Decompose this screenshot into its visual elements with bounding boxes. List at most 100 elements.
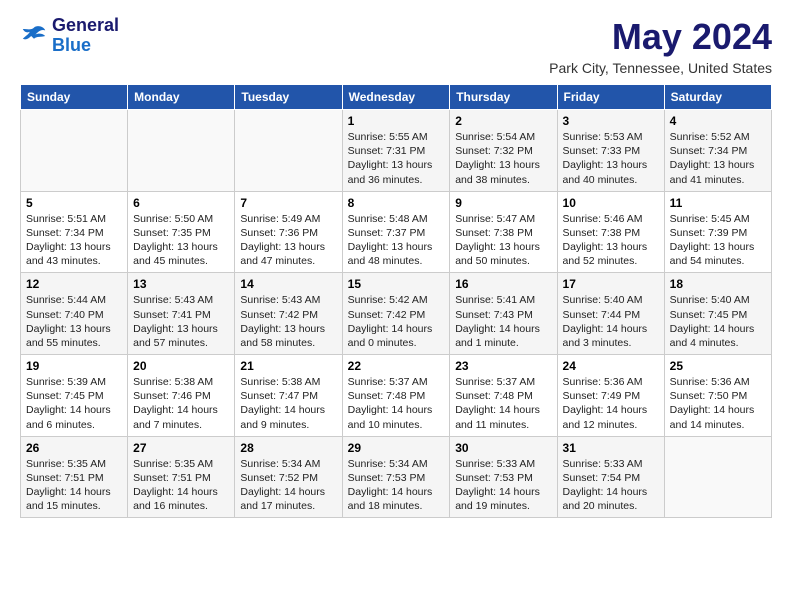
day-number: 3: [563, 114, 659, 128]
day-number: 8: [348, 196, 445, 210]
day-content: Sunrise: 5:45 AM Sunset: 7:39 PM Dayligh…: [670, 212, 766, 269]
table-row: 14 Sunrise: 5:43 AM Sunset: 7:42 PM Dayli…: [235, 273, 342, 355]
day-number: 5: [26, 196, 122, 210]
page-header: GeneralBlue May 2024 Park City, Tennesse…: [20, 16, 772, 76]
day-content: Sunrise: 5:38 AM Sunset: 7:47 PM Dayligh…: [240, 375, 336, 432]
header-tuesday: Tuesday: [235, 85, 342, 110]
day-number: 2: [455, 114, 551, 128]
day-number: 31: [563, 441, 659, 455]
day-number: 7: [240, 196, 336, 210]
header-friday: Friday: [557, 85, 664, 110]
day-content: Sunrise: 5:36 AM Sunset: 7:50 PM Dayligh…: [670, 375, 766, 432]
table-row: [664, 436, 771, 518]
calendar-table: Sunday Monday Tuesday Wednesday Thursday…: [20, 84, 772, 518]
day-content: Sunrise: 5:44 AM Sunset: 7:40 PM Dayligh…: [26, 293, 122, 350]
day-number: 9: [455, 196, 551, 210]
table-row: 18 Sunrise: 5:40 AM Sunset: 7:45 PM Dayli…: [664, 273, 771, 355]
day-content: Sunrise: 5:49 AM Sunset: 7:36 PM Dayligh…: [240, 212, 336, 269]
day-number: 17: [563, 277, 659, 291]
day-number: 29: [348, 441, 445, 455]
table-row: 8 Sunrise: 5:48 AM Sunset: 7:37 PM Daylig…: [342, 191, 450, 273]
day-number: 12: [26, 277, 122, 291]
day-content: Sunrise: 5:41 AM Sunset: 7:43 PM Dayligh…: [455, 293, 551, 350]
day-number: 14: [240, 277, 336, 291]
logo-bird-icon: [20, 22, 48, 50]
day-content: Sunrise: 5:33 AM Sunset: 7:54 PM Dayligh…: [563, 457, 659, 514]
location: Park City, Tennessee, United States: [549, 60, 772, 76]
day-content: Sunrise: 5:43 AM Sunset: 7:42 PM Dayligh…: [240, 293, 336, 350]
table-row: 1 Sunrise: 5:55 AM Sunset: 7:31 PM Daylig…: [342, 110, 450, 192]
table-row: 7 Sunrise: 5:49 AM Sunset: 7:36 PM Daylig…: [235, 191, 342, 273]
day-number: 30: [455, 441, 551, 455]
day-content: Sunrise: 5:37 AM Sunset: 7:48 PM Dayligh…: [455, 375, 551, 432]
calendar-week-row: 12 Sunrise: 5:44 AM Sunset: 7:40 PM Dayli…: [21, 273, 772, 355]
table-row: 13 Sunrise: 5:43 AM Sunset: 7:41 PM Dayli…: [128, 273, 235, 355]
table-row: 4Sunrise: 5:52 AM Sunset: 7:34 PM Daylig…: [664, 110, 771, 192]
day-content: Sunrise: 5:40 AM Sunset: 7:45 PM Dayligh…: [670, 293, 766, 350]
day-number: 20: [133, 359, 229, 373]
day-number: 11: [670, 196, 766, 210]
day-content: Sunrise: 5:55 AM Sunset: 7:31 PM Dayligh…: [348, 130, 445, 187]
day-content: Sunrise: 5:36 AM Sunset: 7:49 PM Dayligh…: [563, 375, 659, 432]
day-number: 27: [133, 441, 229, 455]
day-content: Sunrise: 5:38 AM Sunset: 7:46 PM Dayligh…: [133, 375, 229, 432]
day-content: Sunrise: 5:47 AM Sunset: 7:38 PM Dayligh…: [455, 212, 551, 269]
table-row: 11 Sunrise: 5:45 AM Sunset: 7:39 PM Dayli…: [664, 191, 771, 273]
table-row: 31 Sunrise: 5:33 AM Sunset: 7:54 PM Dayli…: [557, 436, 664, 518]
table-row: 16 Sunrise: 5:41 AM Sunset: 7:43 PM Dayli…: [450, 273, 557, 355]
table-row: 30Sunrise: 5:33 AM Sunset: 7:53 PM Dayli…: [450, 436, 557, 518]
calendar-week-row: 26 Sunrise: 5:35 AM Sunset: 7:51 PM Dayli…: [21, 436, 772, 518]
day-content: Sunrise: 5:35 AM Sunset: 7:51 PM Dayligh…: [133, 457, 229, 514]
day-number: 16: [455, 277, 551, 291]
day-number: 28: [240, 441, 336, 455]
table-row: 23Sunrise: 5:37 AM Sunset: 7:48 PM Dayli…: [450, 355, 557, 437]
table-row: 21 Sunrise: 5:38 AM Sunset: 7:47 PM Dayli…: [235, 355, 342, 437]
day-content: Sunrise: 5:51 AM Sunset: 7:34 PM Dayligh…: [26, 212, 122, 269]
table-row: 2 Sunrise: 5:54 AM Sunset: 7:32 PM Daylig…: [450, 110, 557, 192]
month-title: May 2024: [549, 16, 772, 58]
day-content: Sunrise: 5:46 AM Sunset: 7:38 PM Dayligh…: [563, 212, 659, 269]
header-wednesday: Wednesday: [342, 85, 450, 110]
day-content: Sunrise: 5:54 AM Sunset: 7:32 PM Dayligh…: [455, 130, 551, 187]
table-row: 12 Sunrise: 5:44 AM Sunset: 7:40 PM Dayli…: [21, 273, 128, 355]
header-sunday: Sunday: [21, 85, 128, 110]
table-row: 15Sunrise: 5:42 AM Sunset: 7:42 PM Dayli…: [342, 273, 450, 355]
day-number: 6: [133, 196, 229, 210]
day-content: Sunrise: 5:43 AM Sunset: 7:41 PM Dayligh…: [133, 293, 229, 350]
logo: GeneralBlue: [20, 16, 119, 56]
day-content: Sunrise: 5:34 AM Sunset: 7:53 PM Dayligh…: [348, 457, 445, 514]
day-content: Sunrise: 5:37 AM Sunset: 7:48 PM Dayligh…: [348, 375, 445, 432]
table-row: 10 Sunrise: 5:46 AM Sunset: 7:38 PM Dayli…: [557, 191, 664, 273]
table-row: 3 Sunrise: 5:53 AM Sunset: 7:33 PM Daylig…: [557, 110, 664, 192]
day-content: Sunrise: 5:53 AM Sunset: 7:33 PM Dayligh…: [563, 130, 659, 187]
title-block: May 2024 Park City, Tennessee, United St…: [549, 16, 772, 76]
calendar-header-row: Sunday Monday Tuesday Wednesday Thursday…: [21, 85, 772, 110]
day-number: 1: [348, 114, 445, 128]
calendar-week-row: 19Sunrise: 5:39 AM Sunset: 7:45 PM Dayli…: [21, 355, 772, 437]
day-number: 18: [670, 277, 766, 291]
table-row: 22Sunrise: 5:37 AM Sunset: 7:48 PM Dayli…: [342, 355, 450, 437]
header-monday: Monday: [128, 85, 235, 110]
table-row: 19Sunrise: 5:39 AM Sunset: 7:45 PM Dayli…: [21, 355, 128, 437]
day-number: 25: [670, 359, 766, 373]
day-content: Sunrise: 5:48 AM Sunset: 7:37 PM Dayligh…: [348, 212, 445, 269]
table-row: [235, 110, 342, 192]
day-content: Sunrise: 5:35 AM Sunset: 7:51 PM Dayligh…: [26, 457, 122, 514]
table-row: 29 Sunrise: 5:34 AM Sunset: 7:53 PM Dayli…: [342, 436, 450, 518]
table-row: 20 Sunrise: 5:38 AM Sunset: 7:46 PM Dayli…: [128, 355, 235, 437]
table-row: 24 Sunrise: 5:36 AM Sunset: 7:49 PM Dayli…: [557, 355, 664, 437]
day-number: 13: [133, 277, 229, 291]
table-row: 6Sunrise: 5:50 AM Sunset: 7:35 PM Daylig…: [128, 191, 235, 273]
day-number: 21: [240, 359, 336, 373]
day-content: Sunrise: 5:34 AM Sunset: 7:52 PM Dayligh…: [240, 457, 336, 514]
calendar-week-row: 5 Sunrise: 5:51 AM Sunset: 7:34 PM Daylig…: [21, 191, 772, 273]
day-content: Sunrise: 5:39 AM Sunset: 7:45 PM Dayligh…: [26, 375, 122, 432]
day-content: Sunrise: 5:52 AM Sunset: 7:34 PM Dayligh…: [670, 130, 766, 187]
table-row: 28 Sunrise: 5:34 AM Sunset: 7:52 PM Dayli…: [235, 436, 342, 518]
day-number: 24: [563, 359, 659, 373]
table-row: 9 Sunrise: 5:47 AM Sunset: 7:38 PM Daylig…: [450, 191, 557, 273]
logo-text: GeneralBlue: [52, 16, 119, 56]
day-number: 10: [563, 196, 659, 210]
day-number: 26: [26, 441, 122, 455]
table-row: 27 Sunrise: 5:35 AM Sunset: 7:51 PM Dayli…: [128, 436, 235, 518]
